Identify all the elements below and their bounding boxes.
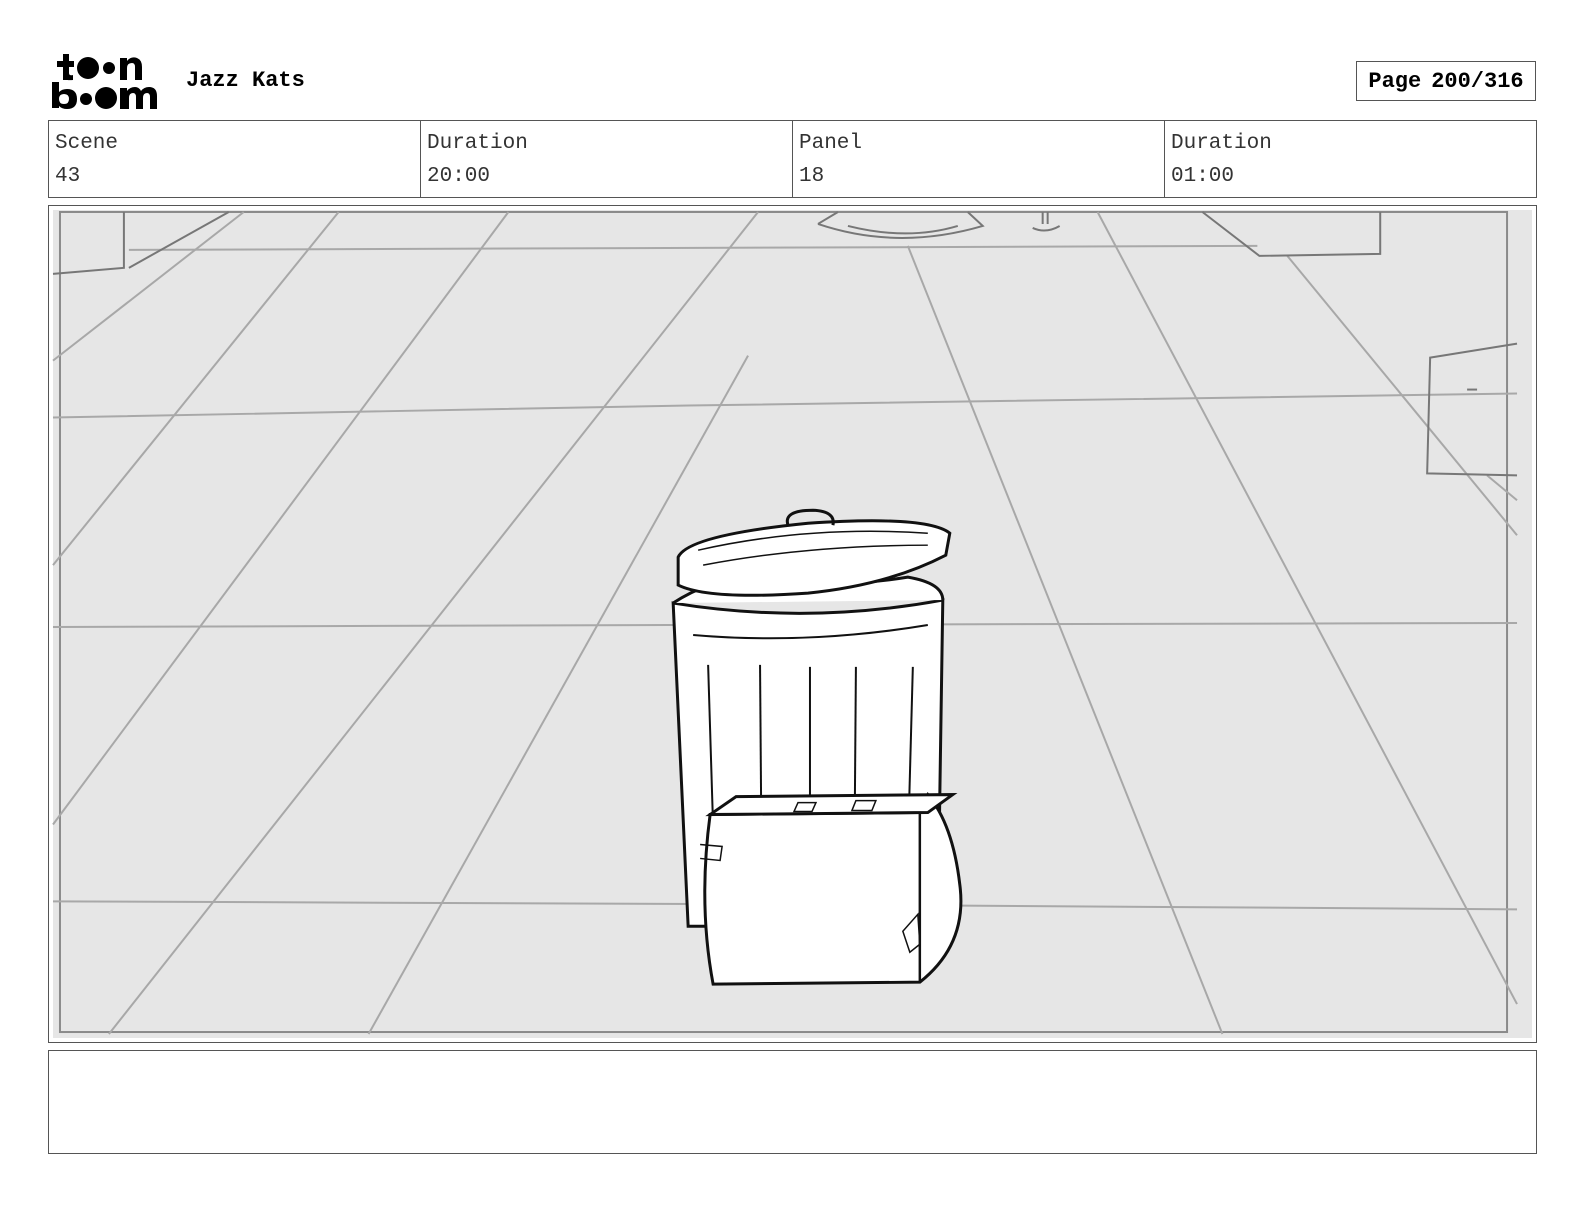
- panel-sketch: [49, 206, 1536, 1042]
- scene-label: Scene: [55, 132, 119, 155]
- scene-duration-label: Duration: [427, 132, 528, 155]
- scene-value: 43: [55, 165, 81, 188]
- scene-info-table: Scene 43 Duration 20:00 Panel 18 Duratio…: [48, 120, 1537, 198]
- logo-graphic: [52, 54, 157, 109]
- page-number: 200/316: [1431, 68, 1524, 94]
- panel-value: 18: [799, 165, 825, 188]
- toon-boom-logo: [50, 52, 162, 110]
- panel-label: Panel: [799, 132, 863, 155]
- scene-duration-value: 20:00: [427, 165, 491, 188]
- panel-cell: Panel 18: [793, 121, 1165, 197]
- storyboard-panel: [48, 205, 1537, 1043]
- panel-duration-value: 01:00: [1171, 165, 1235, 188]
- panel-duration-label: Duration: [1171, 132, 1272, 155]
- page-label: Page: [1368, 68, 1422, 94]
- panel-notes[interactable]: [48, 1050, 1537, 1154]
- scene-duration-cell: Duration 20:00: [421, 121, 793, 197]
- page-indicator: Page 200/316: [1356, 61, 1536, 101]
- project-title: Jazz Kats: [186, 68, 305, 93]
- scene-cell: Scene 43: [49, 121, 421, 197]
- cardboard-box: [700, 791, 963, 986]
- panel-duration-cell: Duration 01:00: [1165, 121, 1536, 197]
